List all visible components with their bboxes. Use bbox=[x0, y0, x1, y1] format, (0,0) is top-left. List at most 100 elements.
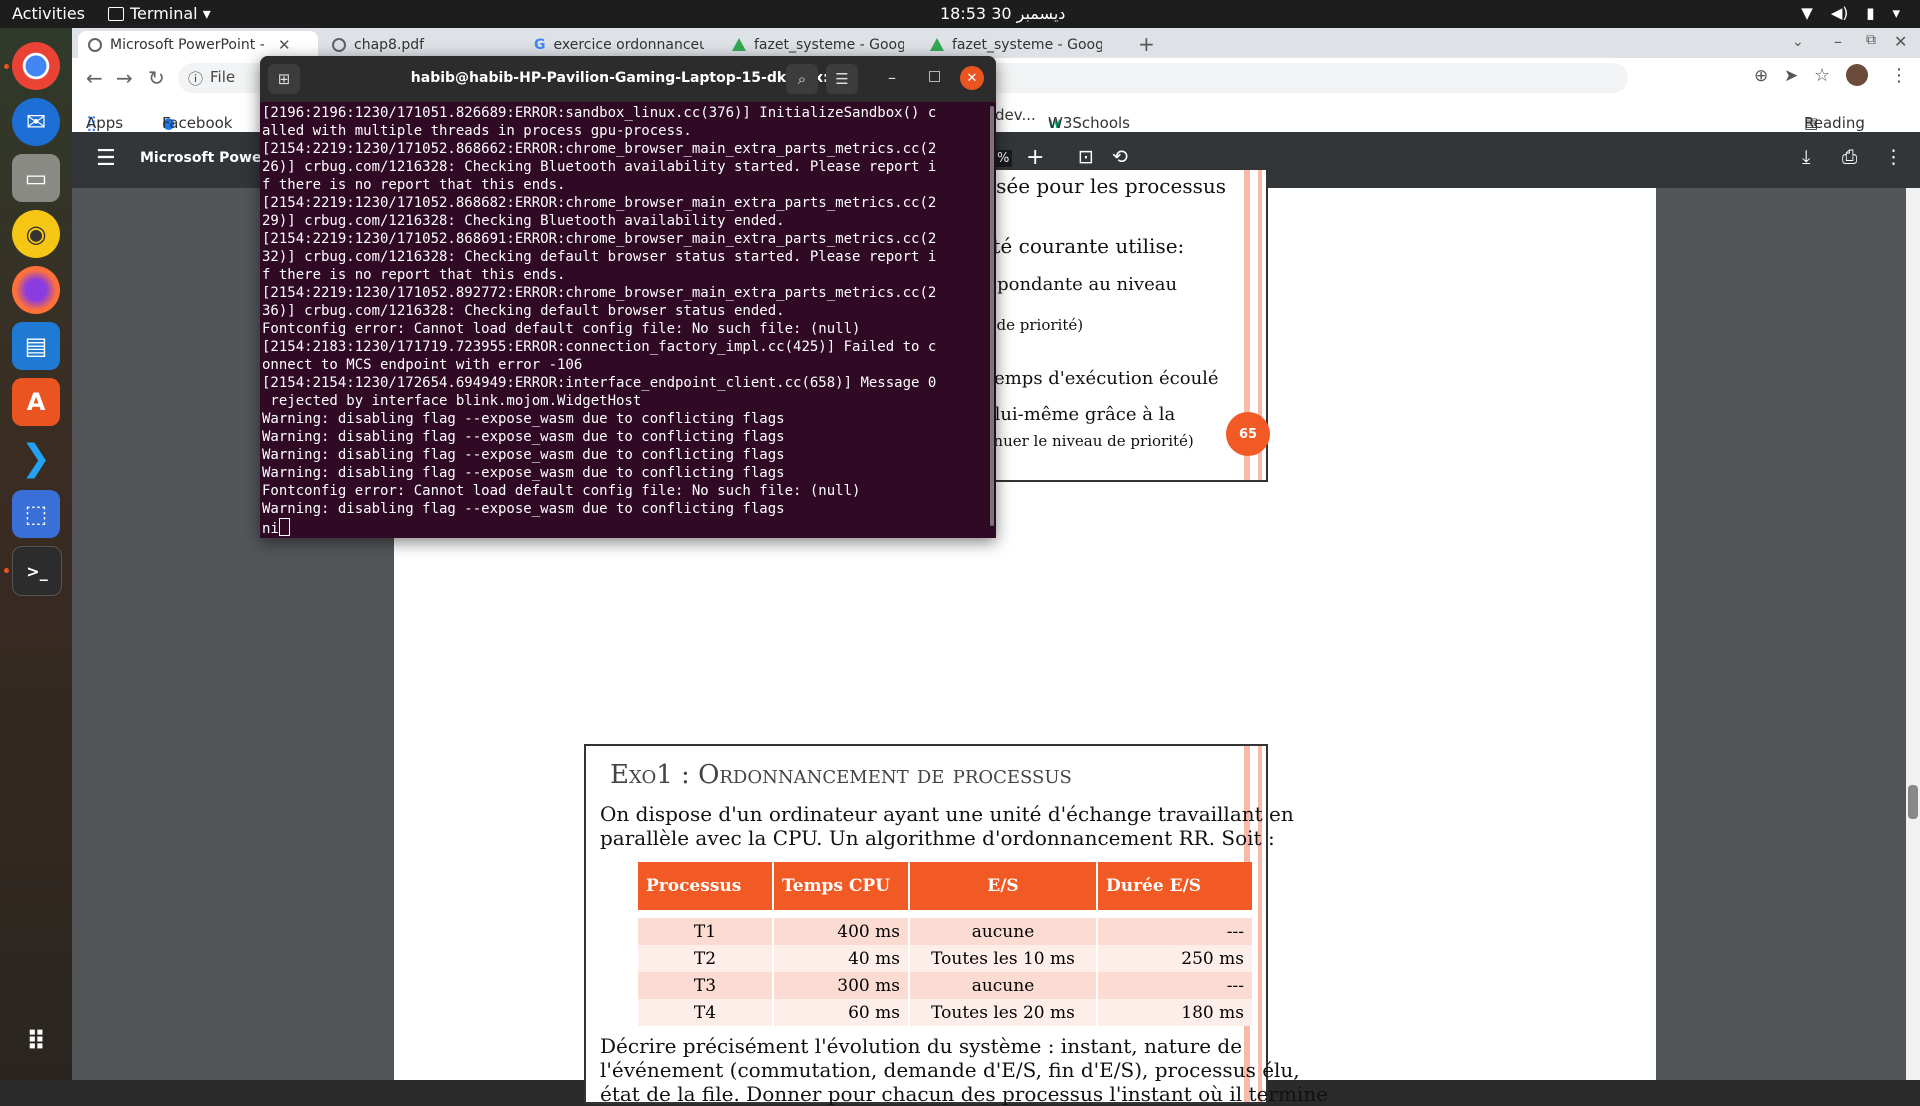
table-cell: 180 ms bbox=[1097, 999, 1254, 1026]
table-row: T2 40 ms Toutes les 10 ms 250 ms bbox=[638, 945, 1254, 972]
table-cell: Toutes les 10 ms bbox=[909, 945, 1098, 972]
table-cell: 300 ms bbox=[773, 972, 910, 999]
slide-text: état de la file. Donner pour chacun des … bbox=[600, 1082, 1329, 1106]
table-cell: T1 bbox=[638, 918, 774, 945]
show-apps-icon[interactable]: ⠿ bbox=[12, 1018, 60, 1066]
clock[interactable]: ديسمبر 30 18:53 bbox=[940, 4, 1065, 23]
slide-title: Exo1 : Ordonnancement de processus bbox=[610, 760, 1072, 790]
column-header: Temps CPU bbox=[773, 862, 910, 910]
app-center-icon[interactable]: A bbox=[12, 378, 60, 426]
avatar[interactable] bbox=[1846, 64, 1868, 86]
tab-label: chap8.pdf bbox=[354, 36, 425, 53]
table-cell: 60 ms bbox=[773, 999, 910, 1026]
app-menu[interactable]: Terminal ▾ bbox=[108, 4, 211, 23]
terminal-input[interactable]: ni bbox=[262, 521, 279, 537]
google-drive-icon bbox=[930, 38, 944, 51]
menu-icon[interactable]: ⋮ bbox=[1890, 65, 1908, 86]
close-tab-icon[interactable]: ✕ bbox=[278, 36, 291, 54]
app-menu-label: Terminal ▾ bbox=[130, 4, 211, 23]
slide-text: parallèle avec la CPU. Un algorithme d'o… bbox=[600, 826, 1275, 850]
rhythmbox-icon[interactable]: ◉ bbox=[12, 210, 60, 258]
search-icon[interactable]: ⌕ bbox=[786, 64, 818, 94]
terminal-output[interactable]: [2196:2196:1230/171051.826689:ERROR:sand… bbox=[262, 104, 936, 538]
vertical-scrollbar[interactable] bbox=[1906, 188, 1920, 1080]
table-cell: --- bbox=[1097, 918, 1254, 945]
sidebar-menu-icon[interactable]: ☰ bbox=[96, 146, 116, 171]
slide-text: l'événement (commutation, demande d'E/S,… bbox=[600, 1058, 1300, 1082]
table-cell: 40 ms bbox=[773, 945, 910, 972]
tab-label: fazet_systeme - Google D bbox=[952, 36, 1102, 53]
chrome-icon[interactable] bbox=[12, 42, 60, 90]
thunderbird-icon[interactable]: ✉ bbox=[12, 98, 60, 146]
bookmark-dev[interactable]: dev... bbox=[995, 106, 1036, 124]
process-table: Processus Temps CPU E/S Durée E/S T1 400… bbox=[638, 862, 1254, 1026]
terminal-icon[interactable]: >_ bbox=[12, 546, 62, 596]
text-cursor bbox=[278, 518, 290, 536]
terminal-scrollbar[interactable] bbox=[990, 106, 994, 526]
minimize-icon[interactable]: – bbox=[888, 68, 896, 87]
table-row: T4 60 ms Toutes les 20 ms 180 ms bbox=[638, 999, 1254, 1026]
tab-bar: Microsoft PowerPoint - Ch ✕ chap8.pdf G … bbox=[72, 28, 1920, 58]
screenshot-icon[interactable]: ⬚ bbox=[12, 490, 60, 538]
files-icon[interactable]: ▭ bbox=[12, 154, 60, 202]
terminal-window[interactable]: ⊞ habib@habib-HP-Pavilion-Gaming-Laptop-… bbox=[260, 56, 996, 538]
reload-icon[interactable]: ↻ bbox=[148, 66, 165, 90]
slide-exo1: Exo1 : Ordonnancement de processus On di… bbox=[584, 744, 1328, 1106]
table-cell: 400 ms bbox=[773, 918, 910, 945]
table-cell: Toutes les 20 ms bbox=[909, 999, 1098, 1026]
maximize-icon[interactable]: □ bbox=[928, 68, 941, 84]
table-row: T3 300 ms aucune --- bbox=[638, 972, 1254, 999]
site-info-icon[interactable]: ⓘ bbox=[188, 68, 203, 89]
bookmark-label: Facebook bbox=[162, 114, 233, 132]
tab-powerpoint[interactable]: Microsoft PowerPoint - Ch ✕ bbox=[78, 31, 318, 58]
zoom-value[interactable]: % bbox=[994, 150, 1013, 167]
slide-text: utilisée pour les processus bbox=[956, 174, 1227, 198]
send-icon[interactable]: ➤ bbox=[1784, 66, 1798, 86]
writer-icon[interactable]: ▤ bbox=[12, 322, 60, 370]
rotate-icon[interactable]: ⟲ bbox=[1112, 146, 1128, 168]
zoom-in-icon[interactable]: + bbox=[1026, 145, 1044, 170]
table-cell: aucune bbox=[909, 972, 1098, 999]
terminal-title: habib@habib-HP-Pavilion-Gaming-Laptop-15… bbox=[410, 70, 846, 86]
tab-search-icon[interactable]: ⌄ bbox=[1792, 34, 1804, 50]
slide-text: On dispose d'un ordinateur ayant une uni… bbox=[600, 802, 1294, 826]
activities-button[interactable]: Activities bbox=[12, 4, 85, 23]
column-header: Processus bbox=[638, 862, 774, 910]
back-icon[interactable]: ← bbox=[86, 66, 103, 90]
restore-button[interactable]: ⧉ bbox=[1866, 32, 1876, 48]
table-cell: T2 bbox=[638, 945, 774, 972]
system-tray[interactable]: ▼ ◀) ▮ ▾ bbox=[1801, 4, 1900, 22]
dock: ✉ ▭ ◉ ▤ A ❯ ⬚ >_ ⠿ bbox=[0, 28, 72, 1080]
slide-text: du temps d'exécution écoulé bbox=[958, 368, 1219, 389]
zoom-icon[interactable]: ⊕ bbox=[1754, 66, 1768, 86]
close-icon[interactable]: ✕ bbox=[960, 66, 984, 90]
table-cell: 250 ms bbox=[1097, 945, 1254, 972]
scrollbar-thumb[interactable] bbox=[1908, 785, 1918, 819]
volume-icon: ◀) bbox=[1830, 4, 1849, 22]
tab-exercice[interactable]: G exercice ordonnanceur fi bbox=[524, 31, 714, 58]
print-icon[interactable]: ⎙ bbox=[1842, 146, 1857, 168]
table-row: T1 400 ms aucune --- bbox=[638, 918, 1254, 945]
firefox-icon[interactable] bbox=[12, 266, 60, 314]
terminal-header-bar[interactable]: ⊞ habib@habib-HP-Pavilion-Gaming-Laptop-… bbox=[260, 56, 996, 102]
new-tab-button[interactable]: + bbox=[1138, 32, 1155, 56]
slide-number-badge: 65 bbox=[1226, 412, 1270, 456]
tab-chap8[interactable]: chap8.pdf bbox=[322, 31, 512, 58]
more-options-icon[interactable]: ⋮ bbox=[1884, 146, 1903, 168]
column-header: E/S bbox=[909, 862, 1098, 910]
fit-page-icon[interactable]: ⊡ bbox=[1078, 146, 1094, 168]
terminal-app-icon bbox=[108, 6, 124, 21]
terminal-log-text: [2196:2196:1230/171051.826689:ERROR:sand… bbox=[262, 105, 937, 517]
hamburger-menu-icon[interactable]: ☰ bbox=[826, 64, 858, 94]
google-drive-icon bbox=[732, 38, 746, 51]
table-cell: aucune bbox=[909, 918, 1098, 945]
minimize-button[interactable]: – bbox=[1834, 32, 1842, 51]
vscode-icon[interactable]: ❯ bbox=[12, 434, 60, 482]
bookmark-star-icon[interactable]: ☆ bbox=[1814, 65, 1830, 86]
slide-stripe bbox=[1258, 746, 1262, 1102]
download-icon[interactable]: ⤓ bbox=[1802, 146, 1810, 168]
tab-drive-1[interactable]: fazet_systeme - Google D bbox=[722, 31, 912, 58]
close-window-button[interactable]: ✕ bbox=[1894, 32, 1907, 51]
forward-icon[interactable]: → bbox=[116, 66, 133, 90]
tab-drive-2[interactable]: fazet_systeme - Google D bbox=[920, 31, 1110, 58]
